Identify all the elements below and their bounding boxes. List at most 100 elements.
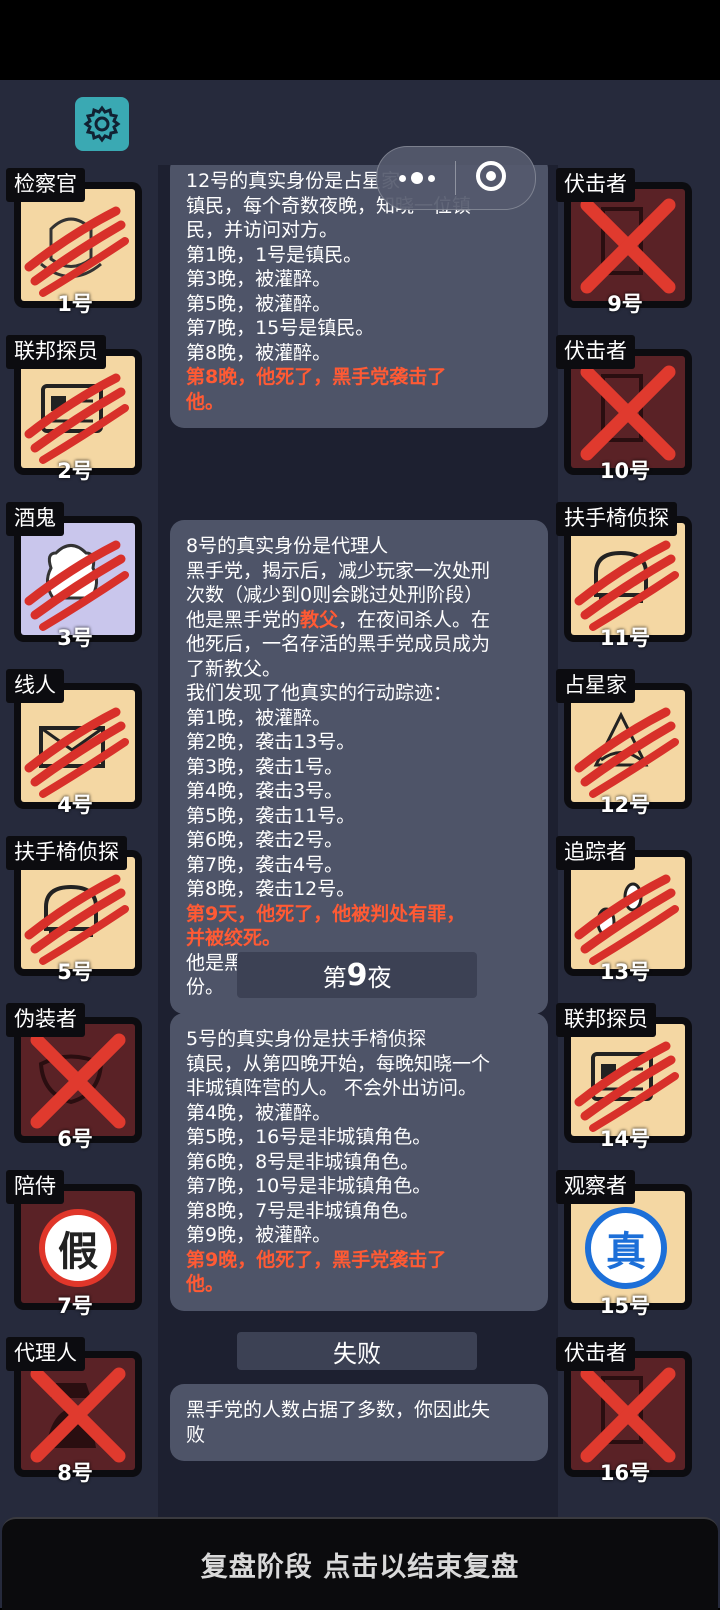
player-number: 15号: [599, 1294, 651, 1318]
log-line: 第1晚，1号是镇民。: [186, 243, 363, 266]
role-label: 线人: [6, 669, 64, 703]
role-art-icon: [580, 365, 676, 461]
log-line: 第3晚，被灌醉。: [186, 268, 332, 290]
log-line: 第6晚，8号是非城镇角色。: [186, 1150, 420, 1173]
death-line: 他。: [186, 390, 225, 413]
role-label: 联邦探员: [6, 335, 106, 369]
player-number: 1号: [57, 292, 93, 316]
log-line: 第4晚，被灌醉。: [186, 1101, 332, 1124]
role-label: 联邦探员: [556, 1003, 656, 1037]
log-line: 第8晚，被灌醉。: [186, 341, 332, 364]
player-number: 13号: [599, 960, 651, 984]
log-line: 第5晚，16号是非城镇角色。: [186, 1126, 432, 1148]
role-label: 扶手椅侦探: [556, 502, 677, 536]
godfather-highlight: 教父: [300, 608, 339, 631]
player-card[interactable]: 联邦探员 2号: [6, 335, 144, 487]
log-line: 我们发现了他真实的行动踪迹：: [186, 682, 453, 704]
player-card[interactable]: 追踪者 13号: [556, 836, 694, 988]
log-line: 第8晚，7号是非城镇角色。: [186, 1199, 420, 1222]
player-number: 8号: [57, 1461, 93, 1485]
player-card[interactable]: 酒鬼 3号: [6, 502, 144, 654]
player-number: 9号: [607, 292, 643, 316]
log-line: 8号的真实身份是代理人: [186, 535, 389, 557]
role-label: 伏击者: [556, 335, 635, 369]
night-9-header: 第9夜: [237, 952, 477, 998]
role-art-icon: [30, 1367, 126, 1463]
role-label: 占星家: [556, 669, 635, 703]
result-line: 败: [186, 1423, 206, 1446]
role-art-icon: [574, 707, 679, 798]
player-number: 12号: [599, 793, 651, 817]
role-label: 代理人: [6, 1337, 85, 1371]
player-card[interactable]: 伏击者 16号: [556, 1337, 694, 1489]
gear-icon: [83, 105, 121, 143]
log-line: 第7晚，15号是镇民。: [186, 317, 375, 339]
settings-button[interactable]: [75, 97, 129, 151]
log-line: 第5晚，被灌醉。: [186, 292, 332, 315]
player-card[interactable]: 伏击者 10号: [556, 335, 694, 487]
log-line: 第3晚，袭击1号。: [186, 755, 344, 778]
log-line: 第9晚，被灌醉。: [186, 1224, 332, 1246]
log-line: 第8晚，袭击12号。: [186, 878, 356, 900]
player-card[interactable]: 伪装者 6号: [6, 1003, 144, 1155]
log-line: 黑手党，揭示后，减少玩家一次处刑: [186, 559, 491, 582]
log-line: 第4晚，袭击3号。: [186, 780, 344, 802]
player-number: 5号: [57, 960, 93, 984]
log-line: 第6晚，袭击2号。: [186, 829, 344, 851]
result-line: 黑手党的人数占据了多数，你因此失: [186, 1399, 491, 1421]
role-label: 伏击者: [556, 168, 635, 202]
player-number: 10号: [599, 459, 651, 483]
player-card[interactable]: 占星家 12号: [556, 669, 694, 821]
result-header: 失败: [237, 1332, 477, 1370]
role-art-icon: [24, 206, 129, 297]
player-card[interactable]: 真观察者 15号: [556, 1170, 694, 1322]
capsule-divider: [455, 161, 456, 195]
player-card[interactable]: 扶手椅侦探 11号: [556, 502, 694, 654]
player-number: 6号: [57, 1127, 93, 1151]
player-number: 4号: [57, 793, 93, 817]
role-art-icon: [24, 540, 129, 631]
role-art-icon: [574, 874, 679, 965]
player-card[interactable]: 线人 4号: [6, 669, 144, 821]
role-art-icon: [580, 1367, 676, 1463]
player-card[interactable]: 代理人 8号: [6, 1337, 144, 1489]
log-line: 次数（减少到0则会跳过处刑阶段）: [186, 584, 484, 606]
role-label: 酒鬼: [6, 502, 64, 536]
player-number: 16号: [599, 1461, 651, 1485]
role-art-icon: [574, 1041, 679, 1132]
end-review-button[interactable]: 复盘阶段 点击以结束复盘: [2, 1517, 718, 1610]
log-line: 第7晚，10号是非城镇角色。: [186, 1175, 432, 1197]
more-dots-icon[interactable]: [399, 169, 435, 187]
role-label: 伪装者: [6, 1003, 85, 1037]
game-screen: 12号的真实身份是占星家 镇民，每个奇数夜晚，知晓一位镇 民，并访问对方。 第1晚，1…: [0, 80, 720, 1608]
player-card[interactable]: 检察官 1号: [6, 168, 144, 320]
log-line: 5号的真实身份是扶手椅侦探: [186, 1028, 427, 1050]
log-line: 了新教父。: [186, 657, 282, 680]
log-card-player-8: 8号的真实身份是代理人 黑手党，揭示后，减少玩家一次处刑 次数（减少到0则会跳过…: [170, 520, 548, 1014]
player-number: 2号: [57, 459, 93, 483]
player-number: 7号: [57, 1294, 93, 1318]
role-art-icon: [580, 198, 676, 294]
death-line: 第8晚，他死了，黑手党袭击了: [186, 366, 447, 388]
role-label: 扶手椅侦探: [6, 836, 127, 870]
review-log-panel[interactable]: 12号的真实身份是占星家 镇民，每个奇数夜晚，知晓一位镇 民，并访问对方。 第1晚，1…: [158, 165, 558, 1585]
player-card[interactable]: 扶手椅侦探 5号: [6, 836, 144, 988]
player-number: 11号: [599, 626, 651, 650]
role-label: 检察官: [6, 168, 85, 202]
log-line: 他是黑手党的教父，在夜间杀人。在: [186, 608, 491, 631]
target-close-icon[interactable]: [476, 161, 506, 191]
fake-stamp-icon: 假: [39, 1209, 117, 1287]
player-card[interactable]: 联邦探员 14号: [556, 1003, 694, 1155]
role-label: 伏击者: [556, 1337, 635, 1371]
mini-program-capsule: [376, 146, 536, 210]
player-number: 14号: [599, 1127, 651, 1151]
role-art-icon: [574, 540, 679, 631]
log-line: 第5晚，袭击11号。: [186, 804, 356, 827]
role-label: 陪侍: [6, 1170, 64, 1204]
log-line: 第1晚，被灌醉。: [186, 706, 332, 729]
death-line: 第9天，他死了，他被判处有罪，: [186, 902, 466, 925]
player-card[interactable]: 假 陪侍 7号: [6, 1170, 144, 1322]
role-art-icon: [30, 1033, 126, 1129]
player-number: 3号: [57, 626, 93, 650]
player-card[interactable]: 伏击者 9号: [556, 168, 694, 320]
